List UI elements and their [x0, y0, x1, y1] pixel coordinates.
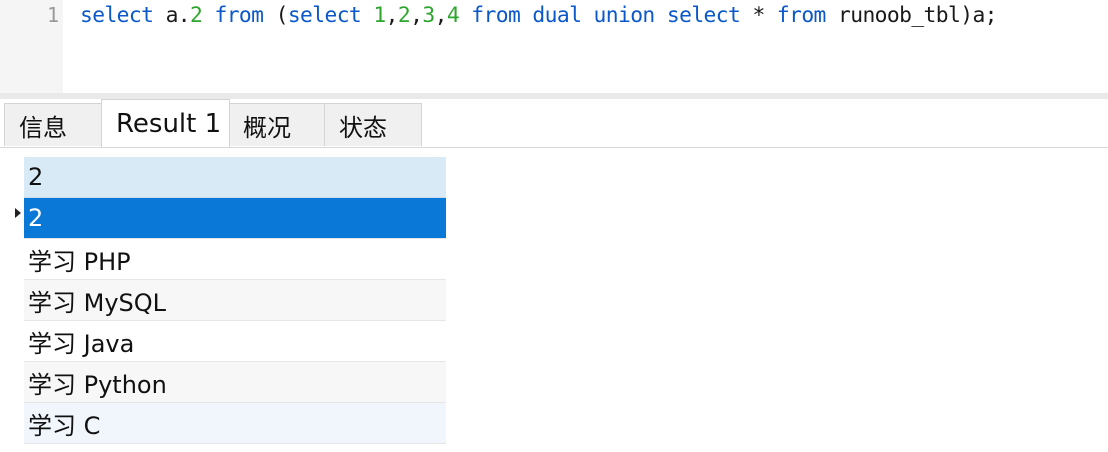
cell-value: 学习 Python [28, 370, 167, 399]
sql-token: 4 [446, 3, 460, 28]
sql-token: , [385, 3, 399, 28]
tab-status-label: 状态 [339, 113, 387, 142]
sql-token: from [214, 3, 264, 28]
tab-info[interactable]: 信息 [4, 103, 103, 146]
table-row[interactable]: 学习 C [24, 403, 446, 444]
sql-token: 3 [422, 3, 435, 28]
line-number-gutter: 1 [0, 0, 63, 93]
current-row-indicator-icon [15, 208, 21, 218]
tab-profile-label: 概况 [243, 113, 291, 142]
line-number: 1 [46, 3, 59, 27]
sql-token: from [471, 3, 521, 28]
sql-token: a. [153, 3, 191, 28]
tab-profile[interactable]: 概况 [228, 103, 326, 146]
tab-result-1[interactable]: Result 1 [101, 99, 230, 147]
result-grid[interactable]: 2 2 学习 PHP 学习 MySQL 学习 Java 学习 Python 学习… [24, 157, 446, 444]
sql-token: select [287, 3, 362, 28]
sql-token: , [410, 3, 423, 28]
sql-token: from [776, 3, 826, 28]
tab-status[interactable]: 状态 [324, 103, 422, 146]
sql-token: union [593, 3, 656, 28]
sql-token: 2 [397, 3, 411, 28]
sql-token: * [740, 3, 777, 28]
cell-value: 学习 PHP [28, 247, 131, 276]
table-row[interactable]: 学习 Java [24, 321, 446, 362]
sql-token: select [80, 3, 154, 28]
cell-value: 学习 C [28, 411, 101, 440]
table-row[interactable]: 2 [24, 198, 446, 239]
sql-token: ( [263, 3, 289, 28]
tab-result-1-label: Result 1 [116, 108, 222, 139]
cell-value: 学习 MySQL [28, 288, 167, 317]
table-row[interactable]: 学习 Python [24, 362, 446, 403]
sql-token: 1 [373, 3, 386, 28]
sql-token: select [666, 3, 741, 28]
column-header[interactable]: 2 [24, 157, 446, 198]
sql-token: runoob_tbl)a; [825, 3, 997, 28]
result-tabbar: 信息 Result 1 概况 状态 [0, 99, 1108, 148]
column-header-label: 2 [28, 163, 44, 191]
tab-info-label: 信息 [19, 113, 67, 142]
sql-token: , [434, 3, 448, 28]
table-row[interactable]: 学习 PHP [24, 239, 446, 280]
cell-value: 2 [28, 204, 44, 232]
sql-token: 2 [190, 3, 203, 28]
sql-token: dual [532, 3, 582, 28]
cell-value: 学习 Java [28, 329, 135, 358]
sql-code-line[interactable]: select a.2 from (select 1,2,3,4 from dua… [80, 2, 997, 30]
sql-editor[interactable]: 1 select a.2 from (select 1,2,3,4 from d… [0, 0, 1108, 93]
table-row[interactable]: 学习 MySQL [24, 280, 446, 321]
